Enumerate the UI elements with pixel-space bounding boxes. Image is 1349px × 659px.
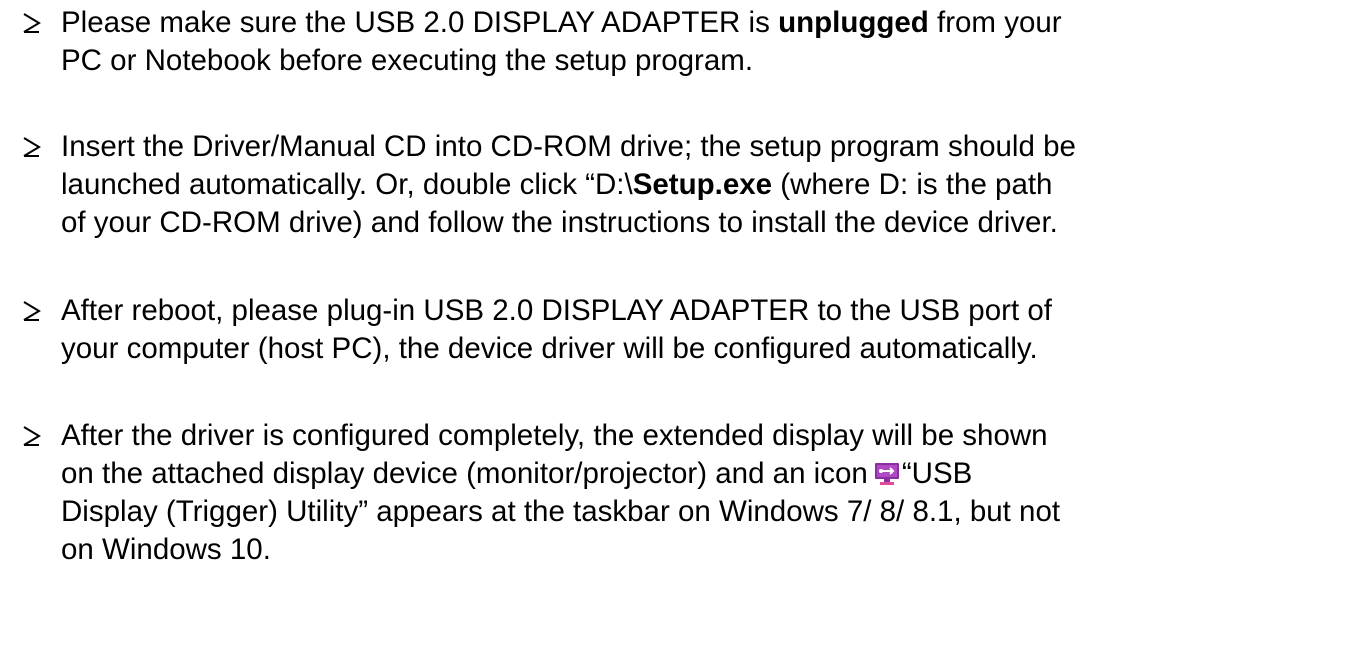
instruction-line: After the driver is configured completel… [22, 417, 1342, 455]
arrowhead-bullet-icon [22, 128, 61, 166]
usb-display-utility-icon [874, 458, 900, 485]
instruction-text: launched automatically. Or, double click… [61, 168, 633, 201]
instruction-item-unplug: Please make sure the USB 2.0 DISPLAY ADA… [22, 4, 1342, 80]
instruction-text: Insert the Driver/Manual CD into CD-ROM … [61, 130, 1076, 163]
instruction-line: Insert the Driver/Manual CD into CD-ROM … [22, 128, 1342, 166]
instruction-line: Display (Trigger) Utility” appears at th… [61, 495, 1061, 528]
instruction-line: your computer (host PC), the device driv… [61, 332, 1038, 365]
arrowhead-bullet-icon [22, 292, 61, 330]
emphasis-text: unplugged [778, 6, 929, 39]
document-page: Please make sure the USB 2.0 DISPLAY ADA… [0, 0, 1349, 659]
instruction-text: on the attached display device (monitor/… [61, 457, 868, 490]
emphasis-text: Setup.exe [632, 168, 773, 201]
instruction-line: PC or Notebook before executing the setu… [61, 44, 754, 77]
instruction-text: After the driver is configured completel… [61, 419, 1048, 452]
instruction-item-configured: After the driver is configured completel… [22, 417, 1342, 569]
instruction-line: After reboot, please plug-in USB 2.0 DIS… [22, 292, 1342, 330]
instruction-line: of your CD-ROM drive) and follow the ins… [61, 206, 1058, 239]
instruction-text: from your [928, 6, 1062, 39]
instruction-line: on Windows 10. [61, 533, 271, 566]
instruction-item-insert-cd: Insert the Driver/Manual CD into CD-ROM … [22, 128, 1342, 242]
instruction-line: launched automatically. Or, double click… [22, 166, 1342, 204]
instruction-text: (where D: is the path [772, 168, 1053, 201]
instruction-text: Please make sure the USB 2.0 DISPLAY ADA… [61, 6, 779, 39]
instruction-text: After reboot, please plug-in USB 2.0 DIS… [61, 294, 1052, 327]
instruction-item-plug-in: After reboot, please plug-in USB 2.0 DIS… [22, 292, 1342, 368]
arrowhead-bullet-icon [22, 417, 61, 455]
instruction-line: Please make sure the USB 2.0 DISPLAY ADA… [22, 4, 1342, 42]
instruction-line: on the attached display device (monitor/… [22, 455, 1342, 493]
instruction-text: “USB [901, 457, 973, 490]
arrowhead-bullet-icon [22, 4, 61, 42]
